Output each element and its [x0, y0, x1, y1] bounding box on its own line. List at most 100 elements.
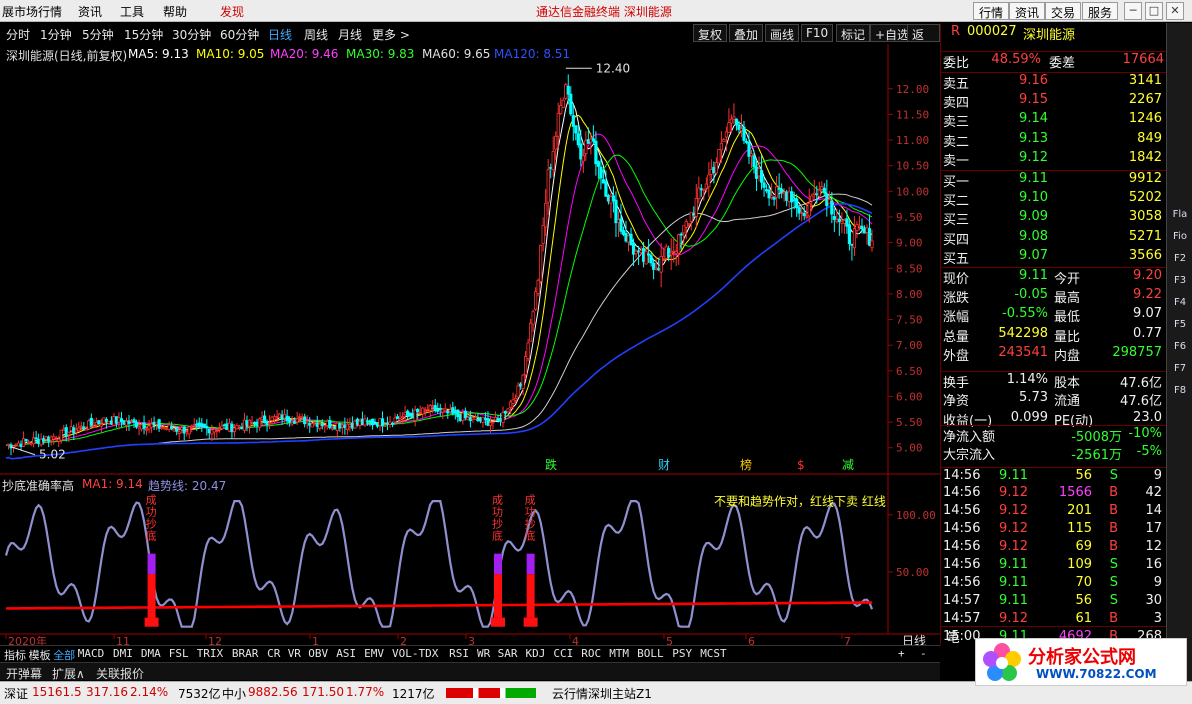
indicator-tab-4[interactable]: DMI — [113, 647, 133, 660]
zoom-out-button[interactable]: - — [920, 647, 927, 660]
bid-row-5[interactable]: 买五 9.07 3566 — [941, 248, 1166, 267]
menu-market[interactable]: 展市场行情 — [2, 3, 62, 20]
minimize-icon[interactable]: ─ — [1124, 2, 1142, 20]
indicator-tab-23[interactable]: PSY — [672, 647, 692, 660]
side-tab-8[interactable]: F8 — [1170, 385, 1190, 401]
period-more[interactable]: 更多 > — [372, 26, 410, 43]
period-1min[interactable]: 1分钟 — [40, 26, 72, 43]
event-marker[interactable]: $ — [797, 458, 805, 472]
tool-back-button[interactable]: 返回 — [907, 24, 940, 59]
indicator-tab-22[interactable]: BOLL — [637, 647, 664, 660]
indicator-tab-14[interactable]: VOL-TDX — [392, 647, 438, 660]
side-tab-2[interactable]: F2 — [1170, 253, 1190, 269]
menu-news[interactable]: 资讯 — [78, 3, 102, 20]
event-marker[interactable]: 减 — [842, 458, 854, 472]
indicator-tab-10[interactable]: VR — [288, 647, 301, 660]
stat-row-2[interactable]: 涨幅 -0.55% 最低 9.07 — [941, 306, 1166, 325]
indicator-tab-20[interactable]: ROC — [581, 647, 601, 660]
ask-row-1[interactable]: 卖一 9.12 1842 — [941, 150, 1166, 169]
tick-row-1[interactable]: 14:56 9.12 1566 B 42 — [941, 485, 1166, 504]
side-tab-4[interactable]: F4 — [1170, 297, 1190, 313]
indicator-tab-7[interactable]: TRIX — [197, 647, 224, 660]
period-60min[interactable]: 60分钟 — [220, 26, 259, 43]
period-15min[interactable]: 15分钟 — [124, 26, 163, 43]
indicator-tab-18[interactable]: KDJ — [526, 647, 546, 660]
related-quote-button[interactable]: 关联报价 — [96, 665, 144, 682]
order-ratio-row[interactable]: 委比 48.59% 委差 17664 — [941, 51, 1166, 71]
tool-mark-button[interactable]: 标记 — [836, 24, 871, 42]
stat-row-0[interactable]: 现价 9.11 今开 9.20 — [941, 267, 1166, 287]
bid-row-2[interactable]: 买二 9.10 5202 — [941, 190, 1166, 209]
tool-overlay-button[interactable]: 叠加 — [729, 24, 764, 42]
indicator-tab-12[interactable]: ASI — [336, 647, 356, 660]
stat-row-6[interactable]: 净资 5.73 流通 47.6亿 — [941, 390, 1166, 409]
block-inflow-row[interactable]: 大宗流入 -2561万 -5% — [941, 444, 1166, 463]
side-tab-1[interactable]: Fio — [1170, 231, 1190, 247]
event-marker[interactable]: 榜 — [740, 457, 752, 472]
indicator-tab-15[interactable]: RSI — [449, 647, 469, 660]
expand-button[interactable]: 扩展∧ — [52, 665, 85, 682]
stock-header[interactable]: R 000027 深圳能源 — [941, 24, 1166, 43]
tick-row-4[interactable]: 14:56 9.12 69 B 12 — [941, 539, 1166, 558]
tick-row-5[interactable]: 14:56 9.11 109 S 16 — [941, 557, 1166, 576]
period-weekly[interactable]: 周线 — [304, 26, 328, 43]
net-inflow-row[interactable]: 净流入额 -5008万 -10% — [941, 425, 1166, 445]
indicator-tab-9[interactable]: CR — [267, 647, 280, 660]
side-tab-5[interactable]: F5 — [1170, 319, 1190, 335]
menu-discover[interactable]: 发现 — [220, 3, 244, 20]
bid-row-3[interactable]: 买三 9.09 3058 — [941, 209, 1166, 228]
side-tab-0[interactable]: Fla — [1170, 209, 1190, 225]
period-monthly[interactable]: 月线 — [338, 26, 362, 43]
indicator-tab-24[interactable]: MCST — [700, 647, 727, 660]
indicator-tab-19[interactable]: CCI — [553, 647, 573, 660]
tick-row-6[interactable]: 14:56 9.11 70 S 9 — [941, 575, 1166, 594]
maximize-icon[interactable]: □ — [1145, 2, 1163, 20]
bid-row-4[interactable]: 买四 9.08 5271 — [941, 229, 1166, 248]
indicator-tab-0[interactable]: 指标 — [4, 647, 26, 663]
period-daily[interactable]: 日线 — [268, 26, 292, 43]
side-tab-6[interactable]: F6 — [1170, 341, 1190, 357]
indicator-tab-3[interactable]: MACD — [78, 647, 105, 660]
bid-row-1[interactable]: 买一 9.11 9912 — [941, 170, 1166, 190]
zoom-in-button[interactable]: + — [898, 647, 905, 660]
top-button-news[interactable]: 资讯 — [1009, 2, 1046, 20]
event-marker[interactable]: 财 — [658, 458, 670, 472]
side-tab-3[interactable]: F3 — [1170, 275, 1190, 291]
indicator-tab-21[interactable]: MTM — [609, 647, 629, 660]
tick-row-0[interactable]: 14:56 9.11 56 S 9 — [941, 467, 1166, 486]
indicator-tab-16[interactable]: WR — [477, 647, 490, 660]
tool-adjust-button[interactable]: 复权 — [693, 24, 728, 42]
side-tab-7[interactable]: F7 — [1170, 363, 1190, 379]
indicator-tab-5[interactable]: DMA — [141, 647, 161, 660]
toggle-danmaku-button[interactable]: 开弹幕 — [6, 665, 42, 682]
stat-row-3[interactable]: 总量 542298 量比 0.77 — [941, 326, 1166, 345]
indicator-tab-1[interactable]: 模板 — [29, 647, 51, 663]
ask-row-3[interactable]: 卖三 9.14 1246 — [941, 111, 1166, 130]
event-marker[interactable]: 跌 — [545, 457, 557, 472]
tick-row-3[interactable]: 14:56 9.12 115 B 17 — [941, 521, 1166, 540]
indicator-tab-11[interactable]: OBV — [308, 647, 328, 660]
close-icon[interactable]: ✕ — [1166, 2, 1184, 20]
menu-tools[interactable]: 工具 — [120, 3, 144, 20]
menu-help[interactable]: 帮助 — [163, 3, 187, 20]
tick-row-2[interactable]: 14:56 9.12 201 B 14 — [941, 503, 1166, 522]
tool-f10-button[interactable]: F10 — [801, 24, 834, 42]
ask-row-5[interactable]: 卖五 9.16 3141 — [941, 72, 1166, 92]
ask-row-2[interactable]: 卖二 9.13 849 — [941, 131, 1166, 150]
indicator-tab-17[interactable]: SAR — [498, 647, 518, 660]
period-intraday[interactable]: 分时 — [6, 26, 30, 43]
stat-row-4[interactable]: 外盘 243541 内盘 298757 — [941, 345, 1166, 364]
indicator-tab-13[interactable]: EMV — [364, 647, 384, 660]
top-button-service[interactable]: 服务 — [1082, 2, 1119, 20]
kline-chart[interactable]: 5.00 5.50 6.00 6.50 7.00 7.50 8.00 8.50 9.00 9.50… — [0, 44, 940, 646]
period-30min[interactable]: 30分钟 — [172, 26, 211, 43]
top-button-trade[interactable]: 交易 — [1045, 2, 1082, 20]
stat-row-5[interactable]: 换手 1.14% 股本 47.6亿 — [941, 370, 1166, 391]
tool-draw-button[interactable]: 画线 — [765, 24, 800, 42]
indicator-tab-6[interactable]: FSL — [169, 647, 189, 660]
ask-row-4[interactable]: 卖四 9.15 2267 — [941, 92, 1166, 111]
indicator-tab-2[interactable]: 全部 — [53, 647, 75, 663]
top-button-quote[interactable]: 行情 — [973, 2, 1010, 20]
tick-row-7[interactable]: 14:57 9.11 56 S 30 — [941, 593, 1166, 612]
stat-row-1[interactable]: 涨跌 -0.05 最高 9.22 — [941, 287, 1166, 306]
